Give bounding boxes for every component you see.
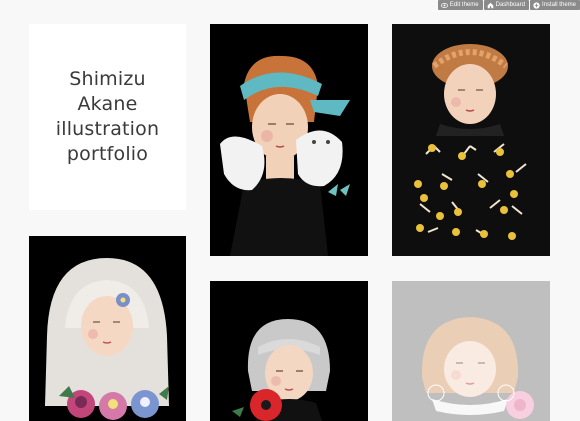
artwork-brown-bob-rose[interactable] [392, 281, 550, 421]
title-line: illustration [55, 118, 160, 140]
artwork-image [210, 281, 368, 421]
artwork-image [29, 236, 186, 421]
home-icon [487, 2, 493, 8]
theme-controls: Edit theme Dashboard Install theme [437, 0, 580, 10]
site-title: Shimizu Akane illustration portfolio [56, 67, 159, 167]
dashboard-button[interactable]: Dashboard [483, 0, 529, 10]
artwork-image [210, 24, 368, 256]
install-theme-button[interactable]: Install theme [529, 0, 580, 10]
eye-icon [440, 2, 448, 8]
edit-theme-button[interactable]: Edit theme [437, 0, 483, 10]
plus-circle-icon [533, 1, 540, 9]
artwork-image [392, 24, 550, 256]
edit-theme-label: Edit theme [449, 2, 479, 8]
title-line: portfolio [66, 143, 149, 165]
artwork-braid-girl-flowers[interactable] [392, 24, 550, 256]
dashboard-label: Dashboard [495, 2, 525, 8]
portfolio-page: Edit theme Dashboard Install theme Shimi… [0, 0, 580, 421]
install-theme-label: Install theme [541, 2, 576, 8]
title-line: Shimizu [69, 68, 146, 90]
artwork-white-hair-pansies[interactable] [29, 236, 186, 421]
site-title-card[interactable]: Shimizu Akane illustration portfolio [29, 24, 186, 210]
artwork-grey-bob-anemone[interactable] [210, 281, 368, 421]
artwork-girl-with-cat[interactable] [210, 24, 368, 256]
title-line: Akane [77, 93, 138, 115]
hover-overlay [392, 281, 550, 421]
